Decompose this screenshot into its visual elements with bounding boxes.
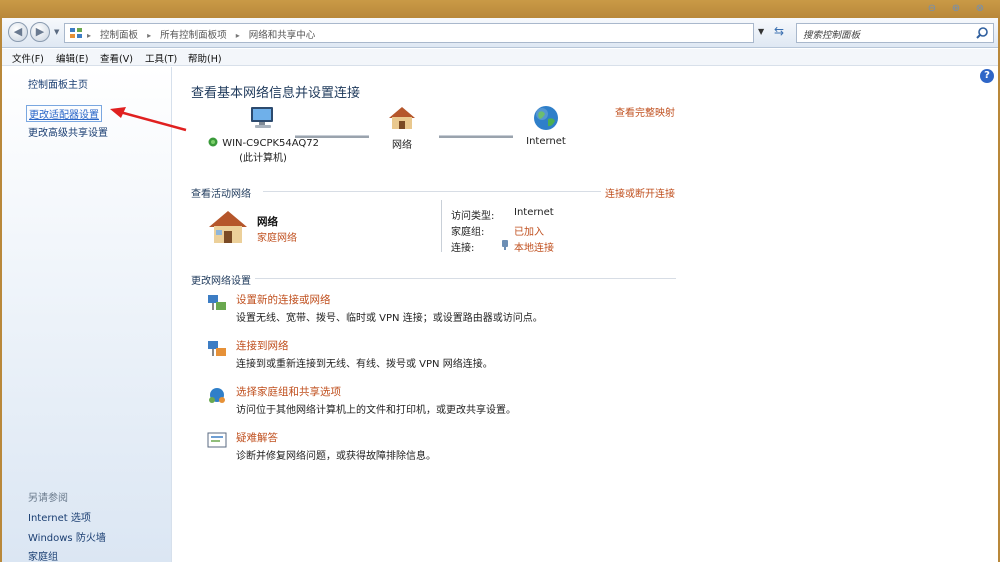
- back-button[interactable]: ◀: [8, 22, 28, 42]
- address-dropdown-icon[interactable]: ▼: [758, 27, 764, 36]
- task-homegroup-desc: 访问位于其他网络计算机上的文件和打印机，或更改共享设置。: [236, 405, 516, 416]
- connection-value[interactable]: 本地连接: [514, 239, 554, 254]
- map-node-internet[interactable]: Internet: [519, 105, 573, 147]
- task-setup-connection-desc: 设置无线、宽带、拨号、临时或 VPN 连接；或设置路由器或访问点。: [236, 313, 543, 324]
- task-connect-network-link[interactable]: 连接到网络: [236, 338, 289, 353]
- sidebar-item-homegroup[interactable]: 家庭组: [28, 548, 58, 562]
- refresh-icon[interactable]: ⇆: [774, 24, 784, 38]
- sidebar-item-control-panel-home[interactable]: 控制面板主页: [28, 76, 88, 91]
- svg-text:jingyan.baidu.com: jingyan.baidu.com: [787, 523, 917, 539]
- section-divider: [263, 191, 601, 192]
- see-also-heading: 另请参阅: [28, 493, 68, 504]
- menu-file[interactable]: 文件(F): [12, 51, 44, 65]
- task-homegroup-link[interactable]: 选择家庭组和共享选项: [236, 384, 341, 399]
- home-network-icon: [209, 211, 247, 243]
- breadcrumb-separator-icon: ▸: [147, 31, 152, 40]
- sidebar: 控制面板主页 更改适配器设置 更改高级共享设置 另请参阅 Internet 选项…: [2, 67, 172, 562]
- vertical-divider: [441, 200, 442, 252]
- address-box[interactable]: ▸ 控制面板 ▸ 所有控制面板项 ▸ 网络和共享中心: [64, 23, 754, 43]
- close-icon[interactable]: ⊗: [974, 3, 986, 15]
- svg-text:Bai: Bai: [760, 471, 831, 517]
- change-settings-heading: 更改网络设置: [191, 276, 251, 287]
- breadcrumb-item[interactable]: 控制面板: [100, 30, 138, 41]
- active-network-type[interactable]: 家庭网络: [257, 229, 297, 244]
- computer-sub-label: (此计算机): [239, 153, 287, 164]
- task-troubleshoot-desc: 诊断并修复网络问题，或获得故障排除信息。: [236, 451, 436, 462]
- map-node-network[interactable]: 网络: [379, 105, 425, 151]
- network-label: 网络: [392, 140, 412, 151]
- homegroup-icon: [209, 388, 225, 403]
- troubleshoot-icon: [207, 432, 227, 448]
- globe-icon: [534, 106, 558, 130]
- breadcrumb-separator-icon: ▸: [235, 31, 240, 40]
- svg-text:du: du: [848, 471, 905, 517]
- page-title: 查看基本网络信息并设置连接: [191, 86, 361, 101]
- menu-tools[interactable]: 工具(T): [145, 51, 177, 65]
- address-bar: ◀ ▶ ▼ ▸ 控制面板 ▸ 所有控制面板项 ▸ 网络和共享中心 ▼ ⇆ 搜索控…: [2, 18, 998, 48]
- breadcrumb-item[interactable]: 网络和共享中心: [249, 30, 316, 41]
- map-connector: [295, 135, 369, 138]
- computer-icon: [251, 107, 273, 128]
- breadcrumb-separator-icon: ▸: [87, 31, 92, 40]
- sidebar-item-change-adapter-settings[interactable]: 更改适配器设置: [26, 105, 102, 122]
- minimize-icon[interactable]: ⊖: [926, 3, 938, 15]
- full-map-link[interactable]: 查看完整映射: [615, 104, 675, 119]
- house-icon: [389, 107, 415, 129]
- breadcrumb-item[interactable]: 所有控制面板项: [160, 30, 227, 41]
- access-type-value: Internet: [514, 207, 554, 218]
- network-status-icon: [208, 137, 218, 147]
- ethernet-icon: [502, 240, 508, 250]
- sidebar-item-advanced-sharing[interactable]: 更改高级共享设置: [28, 124, 108, 139]
- menu-edit[interactable]: 编辑(E): [56, 51, 88, 65]
- menu-help[interactable]: 帮助(H): [188, 51, 222, 65]
- menu-view[interactable]: 查看(V): [100, 51, 133, 65]
- annotation-arrow-icon: [110, 107, 187, 132]
- network-setup-icon: [208, 295, 226, 310]
- search-input[interactable]: 搜索控制面板: [796, 23, 994, 43]
- title-bar: ⊖ ⊕ ⊗: [0, 0, 1000, 18]
- help-icon[interactable]: ?: [980, 69, 994, 83]
- computer-name: WIN-C9CPK54AQ72: [222, 138, 320, 149]
- menu-bar: 文件(F) 编辑(E) 查看(V) 工具(T) 帮助(H): [2, 49, 998, 66]
- control-panel-icon: [70, 28, 82, 38]
- task-setup-connection-link[interactable]: 设置新的连接或网络: [236, 292, 331, 307]
- baidu-watermark-logo: Bai du 经验 jingyan.baidu.com: [759, 470, 969, 539]
- map-connector: [439, 135, 513, 138]
- breadcrumb: ▸ 控制面板 ▸ 所有控制面板项 ▸ 网络和共享中心: [87, 27, 321, 41]
- access-type-label: 访问类型:: [451, 211, 495, 222]
- homegroup-label: 家庭组:: [451, 227, 485, 238]
- forward-button[interactable]: ▶: [30, 22, 50, 42]
- search-icon[interactable]: [975, 26, 989, 40]
- connect-network-icon: [208, 341, 226, 356]
- section-divider: [255, 278, 676, 279]
- homegroup-value[interactable]: 已加入: [514, 223, 544, 238]
- active-network-name: 网络: [257, 216, 278, 228]
- connect-disconnect-link[interactable]: 连接或断开连接: [605, 185, 675, 200]
- active-networks-heading: 查看活动网络: [191, 189, 251, 200]
- maximize-icon[interactable]: ⊕: [950, 3, 962, 15]
- sidebar-item-windows-firewall[interactable]: Windows 防火墙: [28, 529, 106, 544]
- connection-label: 连接:: [451, 243, 475, 254]
- history-dropdown-icon[interactable]: ▼: [54, 28, 59, 36]
- internet-label: Internet: [526, 136, 566, 147]
- sidebar-item-internet-options[interactable]: Internet 选项: [28, 509, 91, 524]
- svg-text:经验: 经验: [908, 480, 968, 515]
- task-connect-network-desc: 连接到或重新连接到无线、有线、拨号或 VPN 网络连接。: [236, 359, 493, 370]
- search-placeholder: 搜索控制面板: [803, 30, 861, 41]
- task-troubleshoot-link[interactable]: 疑难解答: [236, 430, 278, 445]
